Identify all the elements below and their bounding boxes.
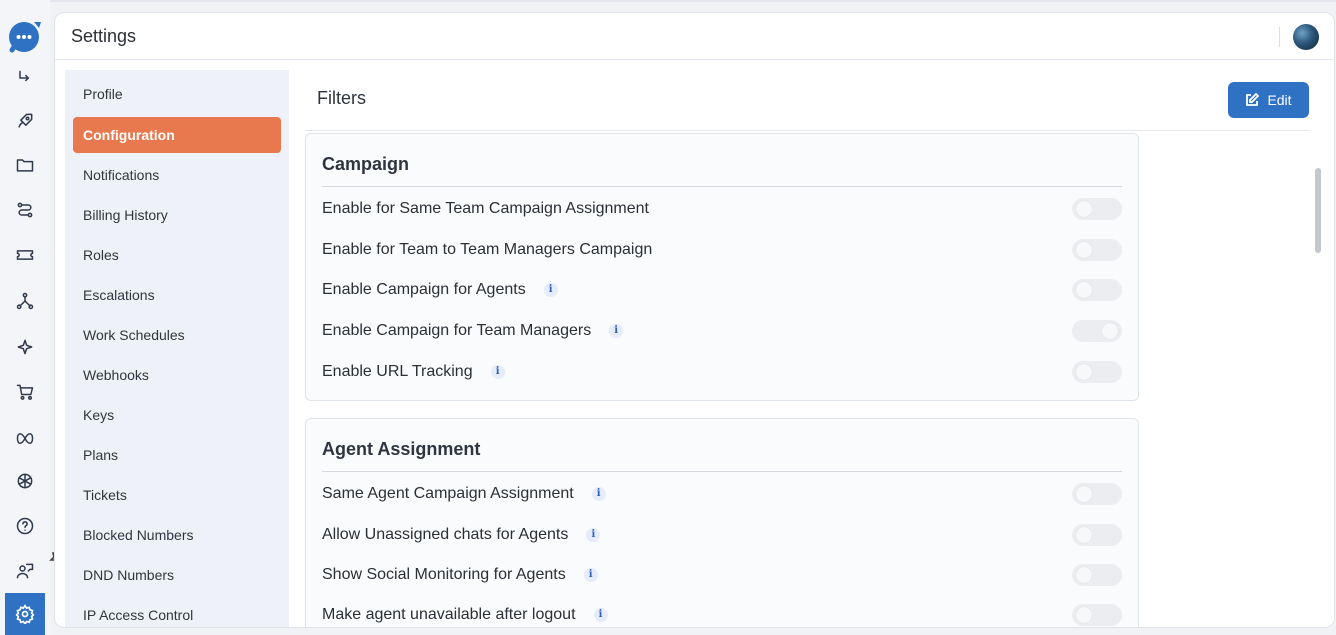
setting-row: Show Social Monitoring for Agents i	[322, 560, 1122, 590]
info-icon[interactable]: i	[593, 607, 608, 622]
edit-button-label: Edit	[1267, 92, 1292, 108]
menu-item-ip-access-control[interactable]: IP Access Control	[73, 597, 281, 627]
setting-label: Enable Campaign for Agents	[322, 281, 526, 298]
setting-label-wrap: Allow Unassigned chats for Agents i	[322, 526, 601, 544]
info-icon[interactable]: i	[583, 567, 598, 582]
setting-row: Enable Campaign for Team Managers i	[322, 316, 1122, 346]
section-title: Agent Assignment	[322, 439, 481, 459]
menu-item-keys[interactable]: Keys	[73, 397, 281, 433]
rocket-icon[interactable]	[13, 109, 37, 133]
setting-toggle[interactable]	[1072, 239, 1122, 261]
scrollbar[interactable]	[1315, 168, 1321, 253]
chat-logo-icon[interactable]	[8, 20, 42, 54]
page-title: Settings	[71, 26, 137, 46]
filters-panel: Filters Edit Campaign Enable for Same Te…	[289, 60, 1334, 627]
help-icon[interactable]	[13, 514, 37, 538]
menu-item-escalations[interactable]: Escalations	[73, 277, 281, 313]
edit-button[interactable]: Edit	[1228, 82, 1309, 118]
setting-label: Allow Unassigned chats for Agents	[322, 526, 569, 543]
setting-label: Make agent unavailable after logout	[322, 606, 576, 623]
toggle-knob	[1076, 364, 1092, 380]
workflow-icon[interactable]	[13, 198, 37, 222]
filters-divider	[305, 130, 1309, 131]
menu-item-billing-history[interactable]: Billing History	[73, 197, 281, 233]
setting-toggle[interactable]	[1072, 279, 1122, 301]
setting-label: Show Social Monitoring for Agents	[322, 566, 566, 583]
setting-label-wrap: Enable URL Tracking i	[322, 363, 505, 381]
menu-item-plans[interactable]: Plans	[73, 437, 281, 473]
edit-icon	[1246, 93, 1260, 106]
flow-icon[interactable]	[13, 66, 37, 90]
app-rail	[0, 0, 50, 635]
toggle-knob	[1076, 201, 1092, 217]
setting-row: Allow Unassigned chats for Agents i	[322, 520, 1122, 550]
avatar[interactable]	[1293, 24, 1319, 50]
setting-toggle[interactable]	[1072, 320, 1122, 342]
setting-toggle[interactable]	[1072, 198, 1122, 220]
filters-title: Filters	[317, 88, 366, 108]
section-divider	[322, 471, 1122, 472]
setting-label-wrap: Same Agent Campaign Assignment i	[322, 485, 606, 503]
menu-item-configuration[interactable]: Configuration	[73, 117, 281, 153]
settings-icon[interactable]	[5, 593, 45, 635]
info-icon[interactable]: i	[490, 364, 505, 379]
toggle-knob	[1102, 323, 1118, 339]
toggle-knob	[1076, 567, 1092, 583]
setting-row: Enable Campaign for Agents i	[322, 275, 1122, 305]
toggle-knob	[1076, 242, 1092, 258]
info-icon[interactable]: i	[586, 527, 601, 542]
setting-label-wrap: Enable Campaign for Agents i	[322, 281, 558, 299]
setting-label: Enable Campaign for Team Managers	[322, 322, 592, 339]
sparkle-icon[interactable]	[13, 335, 37, 359]
settings-menu: Profile Configuration Notifications Bill…	[65, 70, 289, 627]
top-strip	[0, 0, 1336, 2]
info-icon[interactable]: i	[591, 486, 606, 501]
menu-item-profile[interactable]: Profile	[73, 76, 281, 112]
toggle-knob	[1076, 282, 1092, 298]
setting-toggle[interactable]	[1072, 524, 1122, 546]
menu-item-roles[interactable]: Roles	[73, 237, 281, 273]
info-icon[interactable]: i	[609, 323, 624, 338]
setting-label-wrap: Make agent unavailable after logout i	[322, 606, 608, 624]
setting-label-wrap: Show Social Monitoring for Agents i	[322, 566, 598, 584]
setting-row: Enable for Team to Team Managers Campaig…	[322, 235, 1122, 265]
menu-item-notifications[interactable]: Notifications	[73, 157, 281, 193]
page-header: Settings	[55, 13, 1334, 60]
setting-row: Same Agent Campaign Assignment i	[322, 479, 1122, 509]
setting-row: Enable URL Tracking i	[322, 357, 1122, 387]
toggle-knob	[1076, 607, 1092, 623]
openai-icon[interactable]	[13, 469, 37, 493]
cart-icon[interactable]	[13, 380, 37, 404]
header-divider	[1279, 27, 1280, 47]
toggle-knob	[1076, 527, 1092, 543]
setting-row: Make agent unavailable after logout i	[322, 600, 1122, 627]
ticket-icon[interactable]	[13, 243, 37, 267]
menu-item-blocked-numbers[interactable]: Blocked Numbers	[73, 517, 281, 553]
folder-icon[interactable]	[13, 153, 37, 177]
section-divider	[322, 186, 1122, 187]
setting-row: Enable for Same Team Campaign Assignment	[322, 194, 1122, 224]
setting-toggle[interactable]	[1072, 361, 1122, 383]
setting-toggle[interactable]	[1072, 564, 1122, 586]
setting-toggle[interactable]	[1072, 604, 1122, 626]
meta-icon[interactable]	[13, 424, 37, 448]
campaign-section: Campaign Enable for Same Team Campaign A…	[305, 133, 1139, 401]
setting-label: Enable for Team to Team Managers Campaig…	[322, 241, 653, 258]
setting-toggle[interactable]	[1072, 483, 1122, 505]
setting-label: Enable URL Tracking	[322, 363, 473, 380]
settings-card: Settings Profile Configuration Notificat…	[54, 12, 1335, 628]
menu-item-tickets[interactable]: Tickets	[73, 477, 281, 513]
toggle-knob	[1076, 486, 1092, 502]
menu-item-webhooks[interactable]: Webhooks	[73, 357, 281, 393]
menu-item-work-schedules[interactable]: Work Schedules	[73, 317, 281, 353]
setting-label: Same Agent Campaign Assignment	[322, 485, 574, 502]
setting-label-wrap: Enable Campaign for Team Managers i	[322, 322, 624, 340]
network-icon[interactable]	[13, 289, 37, 313]
section-title: Campaign	[322, 154, 410, 174]
agent-assignment-section: Agent Assignment Same Agent Campaign Ass…	[305, 418, 1139, 627]
info-icon[interactable]: i	[543, 282, 558, 297]
menu-item-dnd-numbers[interactable]: DND Numbers	[73, 557, 281, 593]
agent-icon[interactable]	[13, 559, 37, 583]
setting-label: Enable for Same Team Campaign Assignment	[322, 200, 649, 217]
